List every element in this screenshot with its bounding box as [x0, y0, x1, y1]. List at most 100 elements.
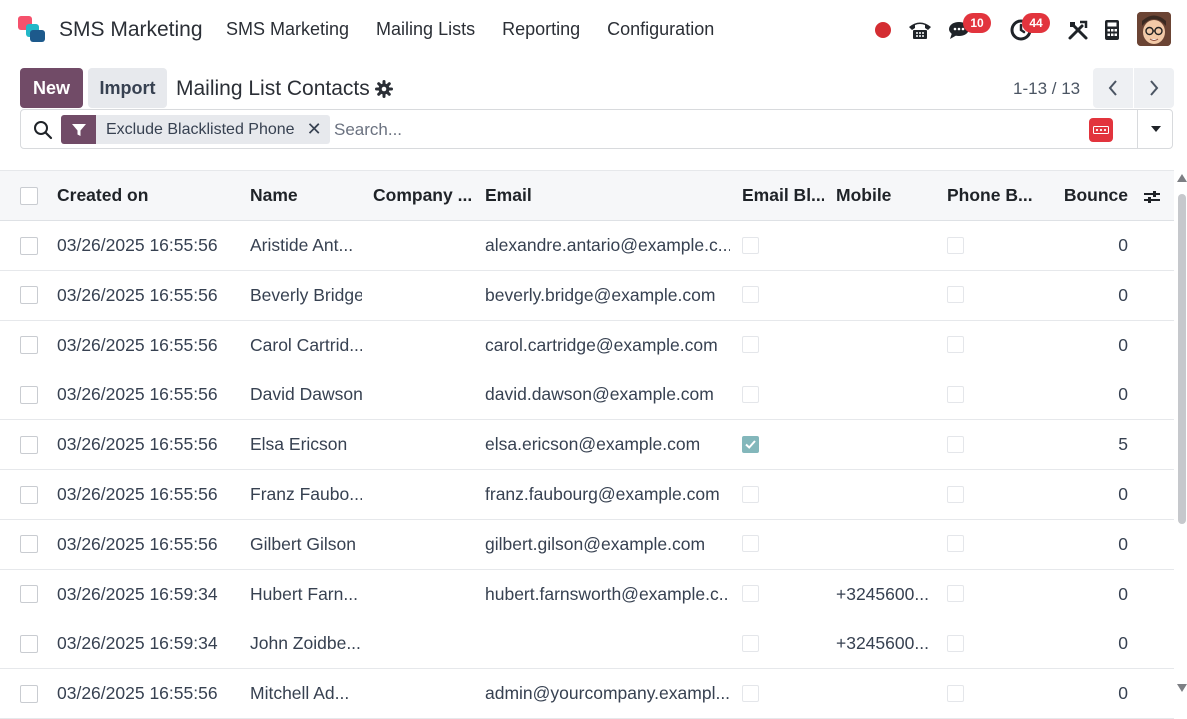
- app-logo-icon[interactable]: [18, 16, 48, 42]
- cell-name[interactable]: Gilbert Gilson: [250, 520, 362, 569]
- cell-mobile[interactable]: [836, 321, 931, 370]
- table-row[interactable]: 03/26/2025 16:55:56 Mitchell Ad... admin@y…: [0, 669, 1174, 719]
- cell-company[interactable]: [373, 520, 471, 569]
- table-row[interactable]: 03/26/2025 16:55:56 Beverly Bridge beverly…: [0, 270, 1174, 321]
- column-header-name[interactable]: Name: [250, 171, 362, 220]
- cell-email[interactable]: hubert.farnsworth@example.c...: [485, 570, 730, 619]
- column-header-mobile[interactable]: Mobile: [836, 171, 931, 220]
- facet-remove-icon[interactable]: ✕: [307, 119, 322, 140]
- cell-mobile[interactable]: +3245600...: [836, 619, 931, 668]
- gear-icon[interactable]: [375, 80, 393, 98]
- cell-mobile[interactable]: [836, 420, 931, 469]
- cell-company[interactable]: [373, 470, 471, 519]
- cell-company[interactable]: [373, 570, 471, 619]
- cell-name[interactable]: Aristide Ant...: [250, 221, 362, 270]
- cell-bounce[interactable]: 0: [1050, 370, 1128, 419]
- cell-email[interactable]: [485, 619, 730, 668]
- cell-created-on[interactable]: 03/26/2025 16:55:56: [57, 669, 237, 718]
- scroll-up-icon[interactable]: [1177, 174, 1187, 182]
- row-select-checkbox[interactable]: [20, 634, 38, 653]
- pager-previous-button[interactable]: [1093, 68, 1133, 108]
- table-row[interactable]: 03/26/2025 16:55:56 Carol Cartrid... carol…: [0, 320, 1174, 371]
- cell-name[interactable]: Mitchell Ad...: [250, 669, 362, 718]
- row-select-checkbox[interactable]: [20, 435, 38, 454]
- user-avatar[interactable]: [1137, 12, 1171, 46]
- menu-item-reporting[interactable]: Reporting: [502, 19, 580, 40]
- new-button[interactable]: New: [20, 68, 83, 108]
- row-select-checkbox[interactable]: [20, 684, 38, 703]
- cell-company[interactable]: [373, 619, 471, 668]
- column-header-email-blacklisted[interactable]: Email Bl...: [742, 171, 824, 220]
- table-row[interactable]: 03/26/2025 16:59:34 John Zoidbe... +324560…: [0, 619, 1174, 670]
- cell-email[interactable]: elsa.ericson@example.com: [485, 420, 730, 469]
- scrollbar-thumb[interactable]: [1178, 194, 1186, 524]
- cell-bounce[interactable]: 0: [1050, 321, 1128, 370]
- pager-next-button[interactable]: [1134, 68, 1174, 108]
- app-brand-name[interactable]: SMS Marketing: [59, 18, 203, 42]
- table-row[interactable]: 03/26/2025 16:55:56 Gilbert Gilson gilbert…: [0, 519, 1174, 570]
- search-icon[interactable]: [33, 120, 53, 140]
- cell-created-on[interactable]: 03/26/2025 16:59:34: [57, 570, 237, 619]
- cell-bounce[interactable]: 5: [1050, 420, 1128, 469]
- table-row[interactable]: 03/26/2025 16:55:56 Franz Faubo... franz.f…: [0, 470, 1174, 520]
- table-row[interactable]: 03/26/2025 16:55:56 Aristide Ant... alexan…: [0, 221, 1174, 271]
- table-row[interactable]: 03/26/2025 16:55:56 David Dawson david.daw…: [0, 370, 1174, 421]
- cell-bounce[interactable]: 0: [1050, 619, 1128, 668]
- cell-email[interactable]: david.dawson@example.com: [485, 370, 730, 419]
- row-select-checkbox[interactable]: [20, 336, 38, 355]
- cell-name[interactable]: Elsa Ericson: [250, 420, 362, 469]
- cell-email[interactable]: beverly.bridge@example.com: [485, 271, 730, 320]
- cell-bounce[interactable]: 0: [1050, 271, 1128, 320]
- column-header-created-on[interactable]: Created on: [57, 171, 237, 220]
- cell-company[interactable]: [373, 420, 471, 469]
- calculator-icon[interactable]: [1102, 0, 1122, 60]
- cell-company[interactable]: [373, 321, 471, 370]
- cell-name[interactable]: Hubert Farn...: [250, 570, 362, 619]
- cell-created-on[interactable]: 03/26/2025 16:59:34: [57, 619, 237, 668]
- cell-mobile[interactable]: +3245600...: [836, 570, 931, 619]
- cell-name[interactable]: Beverly Bridge: [250, 271, 362, 320]
- column-header-bounce[interactable]: Bounce: [1050, 171, 1128, 220]
- cell-created-on[interactable]: 03/26/2025 16:55:56: [57, 520, 237, 569]
- cell-name[interactable]: David Dawson: [250, 370, 362, 419]
- cell-created-on[interactable]: 03/26/2025 16:55:56: [57, 321, 237, 370]
- cell-created-on[interactable]: 03/26/2025 16:55:56: [57, 370, 237, 419]
- table-row[interactable]: 03/26/2025 16:55:56 Elsa Ericson elsa.eric…: [0, 420, 1174, 471]
- cell-email[interactable]: gilbert.gilson@example.com: [485, 520, 730, 569]
- cell-bounce[interactable]: 0: [1050, 570, 1128, 619]
- scroll-down-icon[interactable]: [1177, 684, 1187, 692]
- cell-email[interactable]: admin@yourcompany.exampl...: [485, 669, 730, 718]
- cell-name[interactable]: Franz Faubo...: [250, 470, 362, 519]
- row-select-checkbox[interactable]: [20, 236, 38, 255]
- debug-tools-icon[interactable]: [1066, 0, 1090, 60]
- cell-mobile[interactable]: [836, 520, 931, 569]
- column-header-email[interactable]: Email: [485, 171, 730, 220]
- cell-mobile[interactable]: [836, 221, 931, 270]
- phone-icon[interactable]: [905, 0, 935, 60]
- cell-email[interactable]: franz.faubourg@example.com: [485, 470, 730, 519]
- cell-mobile[interactable]: [836, 271, 931, 320]
- row-select-checkbox[interactable]: [20, 535, 38, 554]
- cell-bounce[interactable]: 0: [1050, 221, 1128, 270]
- recording-indicator-icon[interactable]: [874, 0, 892, 60]
- cell-name[interactable]: John Zoidbe...: [250, 619, 362, 668]
- cell-mobile[interactable]: [836, 669, 931, 718]
- cell-company[interactable]: [373, 669, 471, 718]
- column-header-company[interactable]: Company ...: [373, 171, 471, 220]
- cell-company[interactable]: [373, 271, 471, 320]
- list-scrollbar[interactable]: [1177, 174, 1187, 696]
- select-all-checkbox[interactable]: [20, 186, 38, 205]
- cell-bounce[interactable]: 0: [1050, 520, 1128, 569]
- import-button[interactable]: Import: [88, 68, 167, 108]
- menu-item-configuration[interactable]: Configuration: [607, 19, 714, 40]
- row-select-checkbox[interactable]: [20, 385, 38, 404]
- cell-created-on[interactable]: 03/26/2025 16:55:56: [57, 271, 237, 320]
- cell-name[interactable]: Carol Cartrid...: [250, 321, 362, 370]
- row-select-checkbox[interactable]: [20, 485, 38, 504]
- search-input[interactable]: [334, 118, 934, 142]
- cell-mobile[interactable]: [836, 370, 931, 419]
- menu-item-mailing-lists[interactable]: Mailing Lists: [376, 19, 475, 40]
- cell-bounce[interactable]: 0: [1050, 470, 1128, 519]
- cell-mobile[interactable]: [836, 470, 931, 519]
- cell-email[interactable]: alexandre.antario@example.c...: [485, 221, 730, 270]
